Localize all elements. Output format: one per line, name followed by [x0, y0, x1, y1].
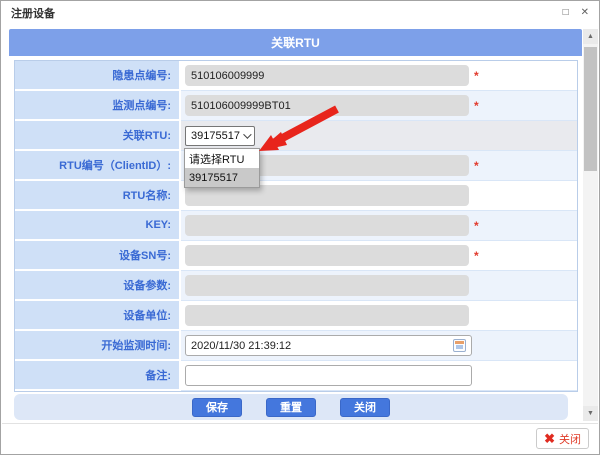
table-row: 设备单位:: [15, 301, 577, 331]
maximize-icon[interactable]: □: [563, 8, 569, 18]
vertical-scrollbar[interactable]: ▲ ▼: [583, 29, 598, 421]
titlebar: 注册设备 □ ✕: [1, 1, 599, 25]
rtu-dropdown-list: 请选择RTU 39175517: [184, 148, 260, 188]
table-row: 备注:: [15, 361, 577, 391]
required-marker: *: [474, 219, 479, 233]
field-label: 设备单位:: [123, 307, 171, 323]
field-label: 开始监测时间:: [101, 337, 171, 353]
scrollbar-thumb[interactable]: [584, 47, 597, 171]
register-device-dialog: 注册设备 □ ✕ 关联RTU ▲ ▼ 隐患点编号: 510106009999 *…: [0, 0, 600, 455]
footer-close-label: 关闭: [559, 431, 581, 447]
field-label: 设备SN号:: [119, 247, 171, 263]
table-row: 设备SN号: *: [15, 241, 577, 271]
scroll-up-icon[interactable]: ▲: [583, 29, 598, 44]
close-button[interactable]: 关闭: [340, 398, 390, 417]
footer-close-button[interactable]: ✖ 关闭: [536, 428, 589, 449]
field-label: 监测点编号:: [112, 97, 171, 113]
table-row: RTU名称:: [15, 181, 577, 211]
window-title: 注册设备: [11, 5, 55, 21]
rtu-select-value: 39175517: [191, 130, 240, 142]
table-row: 监测点编号: 510106009999BT01 *: [15, 91, 577, 121]
device-unit-input[interactable]: [185, 305, 469, 326]
table-row: 开始监测时间: 2020/11/30 21:39:12: [15, 331, 577, 361]
table-row: RTU编号（ClientID）: *: [15, 151, 577, 181]
table-row: 隐患点编号: 510106009999 *: [15, 61, 577, 91]
dialog-footer: ✖ 关闭: [2, 423, 598, 453]
key-input[interactable]: [185, 215, 469, 236]
table-row: KEY: *: [15, 211, 577, 241]
device-params-input[interactable]: [185, 275, 469, 296]
hazard-point-number-input[interactable]: 510106009999: [185, 65, 469, 86]
reset-button[interactable]: 重置: [266, 398, 316, 417]
dialog-header: 关联RTU: [9, 29, 582, 56]
rtu-form-table: 隐患点编号: 510106009999 * 监测点编号: 51010600999…: [14, 60, 578, 392]
calendar-icon[interactable]: [453, 339, 466, 352]
device-sn-input[interactable]: [185, 245, 469, 266]
window-controls: □ ✕: [563, 8, 589, 18]
start-time-input[interactable]: 2020/11/30 21:39:12: [185, 335, 472, 356]
action-button-bar: 保存 重置 关闭: [14, 394, 568, 420]
scroll-down-icon[interactable]: ▼: [583, 406, 598, 421]
field-label: 设备参数:: [123, 277, 171, 293]
remark-input[interactable]: [185, 365, 472, 386]
field-label: RTU编号（ClientID）:: [59, 157, 171, 173]
required-marker: *: [474, 249, 479, 263]
monitor-point-number-input[interactable]: 510106009999BT01: [185, 95, 469, 116]
close-x-icon: ✖: [544, 432, 555, 445]
save-button[interactable]: 保存: [192, 398, 242, 417]
start-time-value: 2020/11/30 21:39:12: [191, 340, 291, 352]
field-label: 关联RTU:: [123, 127, 171, 143]
rtu-name-input[interactable]: [185, 185, 469, 206]
dialog-header-title: 关联RTU: [271, 34, 320, 51]
field-label: KEY:: [146, 219, 171, 231]
dropdown-option[interactable]: 请选择RTU: [185, 149, 259, 168]
field-label: 备注:: [145, 367, 171, 383]
table-row: 设备参数:: [15, 271, 577, 301]
required-marker: *: [474, 69, 479, 83]
required-marker: *: [474, 159, 479, 173]
dropdown-option[interactable]: 39175517: [185, 168, 259, 187]
required-marker: *: [474, 99, 479, 113]
rtu-select[interactable]: 39175517: [185, 126, 255, 146]
table-row: 关联RTU: 39175517: [15, 121, 577, 151]
field-label: 隐患点编号:: [112, 67, 171, 83]
close-icon[interactable]: ✕: [581, 8, 589, 18]
chevron-down-icon: [243, 130, 251, 138]
field-label: RTU名称:: [123, 187, 171, 203]
